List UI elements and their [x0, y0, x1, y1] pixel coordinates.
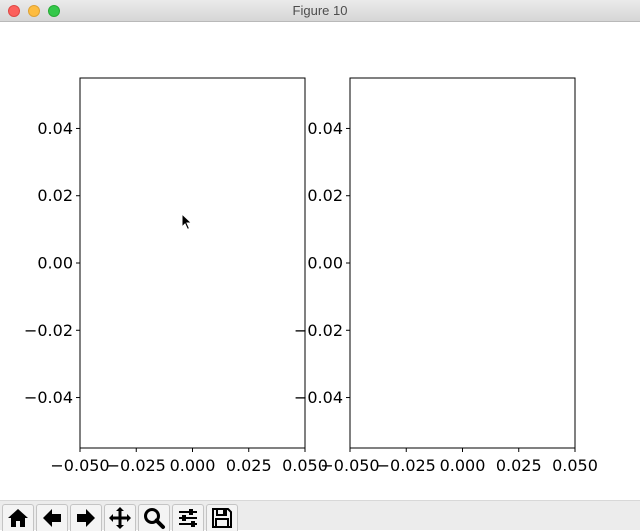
y-tick-label: −0.04: [24, 388, 73, 407]
floppy-disk-icon: [212, 508, 232, 528]
y-tick-label: 0.00: [307, 254, 343, 273]
move-icon: [109, 507, 131, 529]
y-tick-label: 0.04: [307, 119, 343, 138]
axes-frame-2: [349, 77, 576, 449]
sliders-icon: [179, 509, 197, 527]
window-title: Figure 10: [292, 3, 348, 18]
arrow-left-icon: [43, 509, 61, 527]
x-tick-label: −0.025: [377, 456, 436, 475]
x-tick-label: 0.050: [552, 456, 598, 475]
x-tick-label: 0.025: [496, 456, 542, 475]
y-tick-label: 0.04: [37, 119, 73, 138]
window-titlebar: Figure 10: [0, 0, 640, 22]
y-tick-label: −0.02: [24, 321, 73, 340]
pan-button[interactable]: [104, 504, 136, 531]
x-tick-label: −0.050: [50, 456, 109, 475]
save-button[interactable]: [206, 504, 238, 531]
mouse-pointer-icon: [181, 213, 193, 231]
y-tick-label: 0.00: [37, 254, 73, 273]
back-button[interactable]: [36, 504, 68, 531]
y-tick-label: 0.02: [307, 186, 343, 205]
forward-button[interactable]: [70, 504, 102, 531]
axes-frame-1: [79, 77, 306, 449]
arrow-right-icon: [77, 509, 95, 527]
home-icon: [8, 509, 28, 527]
x-tick-label: −0.050: [320, 456, 379, 475]
x-tick-label: 0.025: [226, 456, 272, 475]
y-tick-label: −0.02: [294, 321, 343, 340]
home-button[interactable]: [2, 504, 34, 531]
zoom-button[interactable]: [138, 504, 170, 531]
figure-svg: 0.040.020.00−0.02−0.04−0.050−0.025 0.000 0…: [24, 77, 598, 475]
y-tick-label: −0.04: [294, 388, 343, 407]
navigation-toolbar: [0, 500, 640, 531]
configure-subplots-button[interactable]: [172, 504, 204, 531]
x-tick-label: 0.000: [440, 456, 486, 475]
x-tick-label: 0.000: [170, 456, 216, 475]
y-tick-label: 0.02: [37, 186, 73, 205]
figure-canvas[interactable]: 0.04 0.02 0.00 −0.02 −0.04 −0.050 −0.025 0.000 0…: [0, 22, 640, 500]
x-tick-label: −0.025: [107, 456, 166, 475]
magnifier-icon: [144, 508, 165, 529]
